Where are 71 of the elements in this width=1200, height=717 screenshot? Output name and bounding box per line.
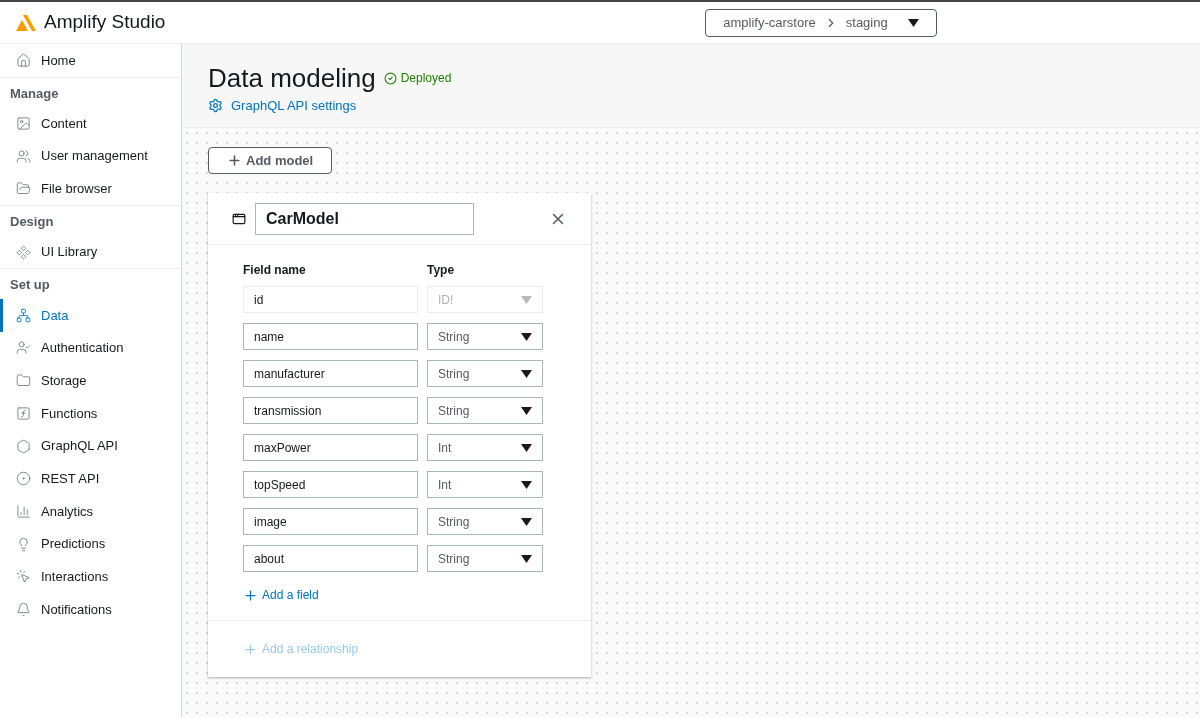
caret-icon: [521, 554, 532, 563]
nav-item[interactable]: GraphQL API: [0, 429, 181, 463]
section-heading: Design: [9, 213, 55, 232]
nav-item[interactable]: Interactions: [0, 560, 181, 594]
add-model-button[interactable]: Add model: [208, 147, 333, 174]
diamond-grid-icon: [16, 244, 31, 260]
caret-icon: [907, 18, 919, 27]
nav-item[interactable]: User management: [0, 139, 181, 173]
plus-icon: [243, 587, 258, 603]
nav-item[interactable]: Predictions: [0, 527, 181, 561]
page-title: Data modeling: [208, 62, 376, 94]
image-icon: [16, 116, 31, 132]
cursor-icon: [16, 569, 31, 585]
bell-icon: [16, 601, 31, 617]
logo-icon: [16, 14, 36, 31]
caret-icon: [521, 332, 532, 341]
column-header: Type: [427, 262, 455, 279]
nav-item[interactable]: File browser: [0, 172, 181, 206]
env-name: staging: [845, 13, 888, 32]
section-heading: Set up: [9, 276, 51, 295]
model-name-field[interactable]: CarModel: [255, 202, 474, 235]
nav-item[interactable]: Analytics: [0, 495, 181, 528]
app-name: amplify-carstore: [723, 13, 816, 32]
home-icon: [16, 52, 31, 68]
type-select[interactable]: String: [427, 545, 543, 572]
type-select[interactable]: String: [427, 508, 543, 535]
user-check-icon: [16, 340, 31, 356]
nav-item[interactable]: Notifications: [0, 593, 181, 626]
column-header: Field name: [243, 262, 307, 279]
plus-icon: [227, 153, 242, 168]
field-name-input[interactable]: image: [243, 508, 418, 535]
settings-icon: [208, 98, 223, 114]
nav-item[interactable]: Home: [0, 44, 181, 77]
field-name-input[interactable]: transmission: [243, 397, 418, 424]
field-name-input[interactable]: topSpeed: [243, 471, 418, 498]
nav-item[interactable]: Authentication: [0, 331, 181, 365]
app-title: Amplify Studio: [44, 10, 166, 35]
field-name-input[interactable]: manufacturer: [243, 360, 418, 387]
caret-icon: [521, 517, 532, 526]
caret-icon: [521, 443, 532, 452]
hierarchy-icon: [16, 307, 31, 323]
caret-icon: [521, 406, 532, 415]
caret-icon: [521, 369, 532, 378]
plus-icon: [243, 641, 258, 657]
bar-chart-icon: [16, 503, 31, 519]
caret-icon: [521, 480, 532, 489]
users-icon: [16, 148, 31, 164]
caret-icon: [521, 295, 532, 304]
check-icon: [383, 71, 397, 85]
nav-item[interactable]: Content: [0, 107, 181, 140]
type-select[interactable]: String: [427, 323, 543, 350]
section-heading: Manage: [9, 84, 60, 103]
nav-item[interactable]: UI Library: [0, 235, 181, 269]
status-label: Deployed: [400, 70, 452, 87]
folder-icon: [16, 181, 31, 197]
window-icon: [232, 211, 246, 226]
type-select[interactable]: String: [427, 397, 543, 424]
environment-selector[interactable]: amplify-carstore staging: [705, 8, 937, 37]
nav-item[interactable]: Functions: [0, 397, 181, 430]
settings-link[interactable]: GraphQL API settings: [208, 96, 1200, 116]
field-name-input[interactable]: name: [243, 323, 418, 350]
add-field-link[interactable]: Add a field: [243, 586, 556, 604]
lightbulb-icon: [16, 536, 31, 552]
field-name-input[interactable]: about: [243, 545, 418, 572]
nav-item[interactable]: Storage: [0, 364, 181, 397]
type-select[interactable]: String: [427, 360, 543, 387]
folder-icon: [16, 373, 31, 389]
nav-item[interactable]: REST API: [0, 462, 181, 496]
field-name-input[interactable]: maxPower: [243, 434, 418, 461]
type-select[interactable]: Int: [427, 434, 543, 461]
type-select[interactable]: Int: [427, 471, 543, 498]
